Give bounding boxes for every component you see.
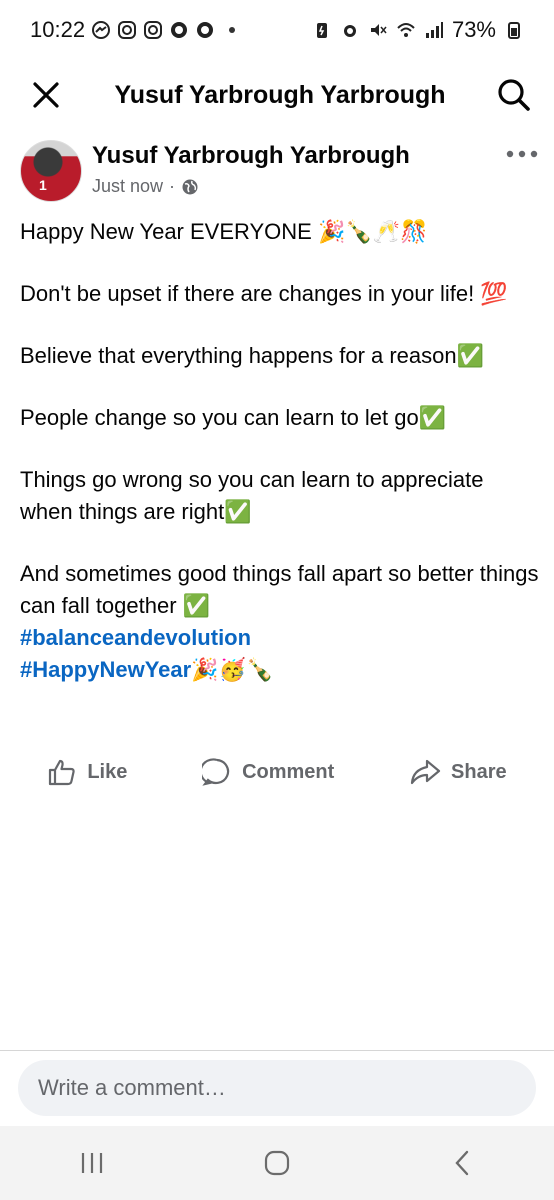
globe-icon [182,179,198,194]
avatar[interactable]: 1 [20,140,82,202]
share-button[interactable]: Share [409,757,507,787]
comment-box [18,1060,536,1116]
battery-saver-icon [316,23,327,38]
like-label: Like [87,760,128,783]
hashtag-link[interactable]: #balanceandevolution [20,622,540,654]
recent-apps-button[interactable] [62,1138,122,1188]
close-button[interactable] [26,75,66,115]
home-icon [264,1150,290,1176]
post-time[interactable]: Just now [92,176,163,197]
close-icon [33,82,59,108]
post-actions: Like Comment Share [0,748,554,796]
like-icon [49,759,76,786]
app-icon [197,22,214,38]
alarm-icon [343,25,356,37]
author-name[interactable]: Yusuf Yarbrough Yarbrough [92,142,410,170]
like-button[interactable]: Like [47,757,127,787]
app-icon [171,22,188,38]
mute-icon [370,24,387,36]
comment-button[interactable]: Comment [202,757,334,787]
share-label: Share [451,760,507,783]
comment-icon [202,758,230,786]
hashtags: #balanceandevolution #HappyNewYear🎉🥳🍾 [20,622,540,686]
system-nav-bar [0,1126,554,1200]
post-header: 1 Yusuf Yarbrough Yarbrough Just now · [20,140,540,204]
back-icon [455,1150,468,1176]
instagram-icon [144,21,163,39]
wifi-icon [397,23,415,37]
post-paragraph: People change so you can learn to let go… [20,405,447,430]
post-paragraph: And sometimes good things fall apart so … [20,561,539,618]
status-time: 10:22 [30,17,86,42]
post-paragraph: Things go wrong so you can learn to appr… [20,467,484,524]
divider [0,1050,554,1051]
battery-icon [508,22,520,39]
notification-dot [229,27,236,33]
search-button[interactable] [494,75,534,115]
post-paragraph: Believe that everything happens for a re… [20,343,485,368]
app-header: Yusuf Yarbrough Yarbrough [0,60,554,130]
signal-icon [425,22,443,38]
messenger-icon [92,21,111,39]
search-icon [498,79,530,111]
comment-label: Comment [242,760,335,783]
home-button[interactable] [247,1138,307,1188]
recent-apps-icon [82,1153,103,1173]
avatar-jersey: 1 [39,177,47,193]
hashtag-link[interactable]: #HappyNewYear [20,657,191,682]
instagram-icon [118,21,137,39]
hashtag-line: #HappyNewYear🎉🥳🍾 [20,657,273,682]
post-paragraph: Don't be upset if there are changes in y… [20,281,508,306]
share-icon [410,759,441,785]
post-paragraph: Happy New Year EVERYONE 🎉🍾🥂🎊 [20,219,428,244]
post-text: Happy New Year EVERYONE 🎉🍾🥂🎊 Don't be up… [20,216,540,686]
meta-separator: · [169,176,176,196]
more-options-button[interactable] [504,142,540,166]
page-title: Yusuf Yarbrough Yarbrough [114,80,446,109]
status-bar: 10:22 73% [0,0,554,60]
more-icon [506,150,538,158]
battery-percent: 73% [451,17,496,42]
post-meta: Just now · [92,176,199,197]
hashtag-emoji: 🎉🥳🍾 [191,657,274,682]
comment-input[interactable] [18,1060,536,1116]
back-button[interactable] [432,1138,492,1188]
